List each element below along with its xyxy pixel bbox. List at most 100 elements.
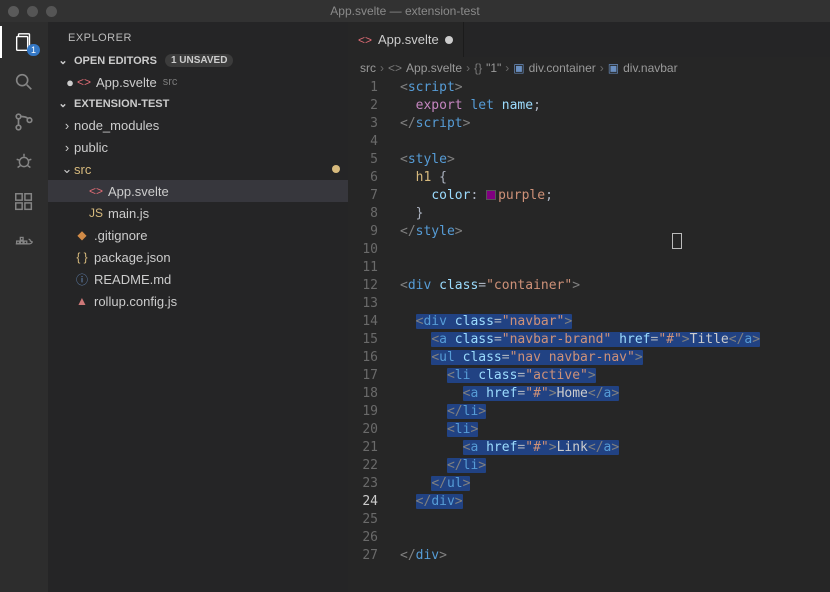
tree-item-label: README.md xyxy=(94,272,171,287)
explorer-icon[interactable]: 1 xyxy=(12,30,36,54)
maximize-window-icon[interactable] xyxy=(46,6,57,17)
chevron-down-icon: ⌄ xyxy=(56,54,70,67)
code-line[interactable]: </style> xyxy=(400,223,830,241)
sidebar: EXPLORER ⌄ OPEN EDITORS 1 UNSAVED ● <> A… xyxy=(48,22,348,592)
tree-item-label: node_modules xyxy=(74,118,159,133)
code-line[interactable]: </div> xyxy=(400,547,830,565)
code-line[interactable] xyxy=(400,241,830,259)
folder-item[interactable]: ⌄src xyxy=(48,158,348,180)
chevron-right-icon: › xyxy=(380,61,384,75)
modified-dot-icon xyxy=(332,165,340,173)
file-item[interactable]: <> App.svelte xyxy=(48,180,348,202)
breadcrumb-item[interactable]: div.navbar xyxy=(623,61,677,75)
code-line[interactable]: <ul class="nav navbar-nav"> xyxy=(400,349,830,367)
chevron-down-icon: ⌄ xyxy=(56,97,70,110)
file-tree: ›node_modules›public⌄src<>App.svelteJSma… xyxy=(48,112,348,314)
folder-item[interactable]: ›node_modules xyxy=(48,114,348,136)
minimize-window-icon[interactable] xyxy=(27,6,38,17)
code-line[interactable]: </ul> xyxy=(400,475,830,493)
workspace-header[interactable]: ⌄ EXTENSION-TEST xyxy=(48,95,348,112)
open-editors-header[interactable]: ⌄ OPEN EDITORS 1 UNSAVED xyxy=(48,52,348,69)
code-line[interactable]: </div> xyxy=(400,493,830,511)
svelte-icon: <> xyxy=(76,75,92,89)
code-line[interactable]: <style> xyxy=(400,151,830,169)
code-line[interactable] xyxy=(400,295,830,313)
source-control-icon[interactable] xyxy=(12,110,36,134)
breadcrumb[interactable]: src › <> App.svelte › {} "1" › ▣ div.con… xyxy=(348,57,830,79)
tree-item-label: package.json xyxy=(94,250,171,265)
breadcrumb-item[interactable]: div.container xyxy=(529,61,596,75)
tree-item-label: .gitignore xyxy=(94,228,147,243)
window-controls xyxy=(8,6,57,17)
tab-label: App.svelte xyxy=(378,32,439,47)
md-icon: ⓘ xyxy=(74,271,90,288)
docker-icon[interactable] xyxy=(12,230,36,254)
element-icon: ▣ xyxy=(513,61,524,75)
line-number-gutter: 1234567891011121314151617181920212223242… xyxy=(348,79,392,592)
json-icon: { } xyxy=(74,250,90,264)
tree-item-label: public xyxy=(74,140,108,155)
code-line[interactable]: <div class="navbar"> xyxy=(400,313,830,331)
code-line[interactable]: <div class="container"> xyxy=(400,277,830,295)
unsaved-badge: 1 UNSAVED xyxy=(165,54,234,67)
code-line[interactable]: <script> xyxy=(400,79,830,97)
file-item[interactable]: ▲ rollup.config.js xyxy=(48,290,348,312)
dirty-dot-icon xyxy=(445,36,453,44)
rollup-icon: ▲ xyxy=(74,294,90,308)
file-item[interactable]: ◆ .gitignore xyxy=(48,224,348,246)
code-line[interactable]: </li> xyxy=(400,457,830,475)
open-editor-item[interactable]: ● <> App.svelte src xyxy=(48,71,348,93)
workspace-label: EXTENSION-TEST xyxy=(74,98,169,110)
code-line[interactable]: <li class="active"> xyxy=(400,367,830,385)
code-line[interactable] xyxy=(400,133,830,151)
tree-item-label: main.js xyxy=(108,206,149,221)
braces-icon: {} xyxy=(474,61,482,75)
code-editor[interactable]: 1234567891011121314151617181920212223242… xyxy=(348,79,830,592)
open-editor-path: src xyxy=(163,76,178,88)
file-item[interactable]: ⓘ README.md xyxy=(48,268,348,290)
tree-item-label: App.svelte xyxy=(108,184,169,199)
js-icon: JS xyxy=(88,206,104,220)
close-window-icon[interactable] xyxy=(8,6,19,17)
code-line[interactable]: } xyxy=(400,205,830,223)
open-editors-label: OPEN EDITORS xyxy=(74,55,157,67)
file-item[interactable]: { } package.json xyxy=(48,246,348,268)
code-line[interactable]: <a class="navbar-brand" href="#">Title</… xyxy=(400,331,830,349)
sidebar-title: EXPLORER xyxy=(48,22,348,52)
code-line[interactable]: h1 { xyxy=(400,169,830,187)
code-line[interactable]: <a href="#">Home</a> xyxy=(400,385,830,403)
dirty-dot-icon: ● xyxy=(64,75,76,90)
breadcrumb-item[interactable]: "1" xyxy=(486,61,501,75)
git-icon: ◆ xyxy=(74,228,90,242)
folder-item[interactable]: ›public xyxy=(48,136,348,158)
tab-app-svelte[interactable]: <> App.svelte xyxy=(348,22,464,57)
element-icon: ▣ xyxy=(608,61,619,75)
search-icon[interactable] xyxy=(12,70,36,94)
code-line[interactable]: color: purple; xyxy=(400,187,830,205)
editor-area: <> App.svelte src › <> App.svelte › {} "… xyxy=(348,22,830,592)
extensions-icon[interactable] xyxy=(12,190,36,214)
explorer-badge: 1 xyxy=(27,44,40,56)
code-line[interactable]: </script> xyxy=(400,115,830,133)
tree-item-label: rollup.config.js xyxy=(94,294,177,309)
svelte-icon: <> xyxy=(88,184,104,198)
code-line[interactable]: <li> xyxy=(400,421,830,439)
code-line[interactable] xyxy=(400,511,830,529)
chevron-right-icon: › xyxy=(600,61,604,75)
code-content[interactable]: <script> export let name;</script> <style… xyxy=(392,79,830,592)
code-line[interactable] xyxy=(400,259,830,277)
open-editors-list: ● <> App.svelte src xyxy=(48,69,348,95)
breadcrumb-item[interactable]: App.svelte xyxy=(406,61,462,75)
breadcrumb-item[interactable]: src xyxy=(360,61,376,75)
svelte-icon: <> xyxy=(388,61,402,75)
code-line[interactable]: </li> xyxy=(400,403,830,421)
debug-icon[interactable] xyxy=(12,150,36,174)
file-item[interactable]: JS main.js xyxy=(48,202,348,224)
chevron-right-icon: › xyxy=(466,61,470,75)
code-line[interactable]: export let name; xyxy=(400,97,830,115)
tree-item-label: src xyxy=(74,162,91,177)
open-editor-name: App.svelte xyxy=(96,75,157,90)
code-line[interactable] xyxy=(400,529,830,547)
twisty-icon: › xyxy=(60,118,74,133)
code-line[interactable]: <a href="#">Link</a> xyxy=(400,439,830,457)
